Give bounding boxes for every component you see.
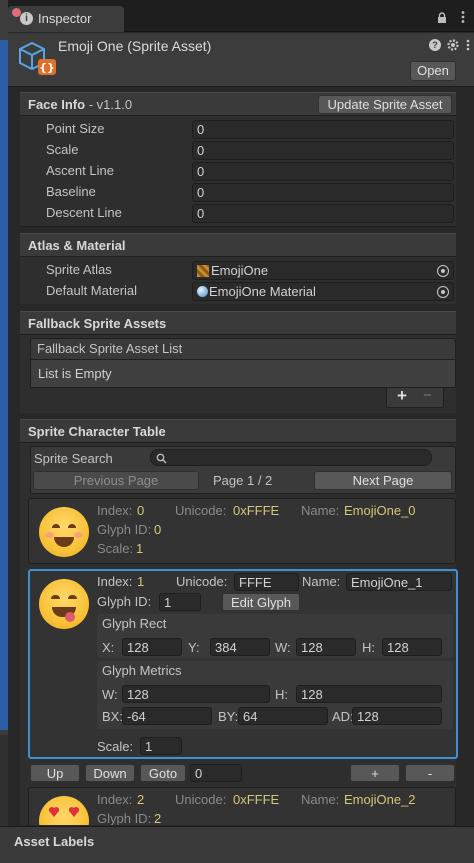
- sprite-table-title: Sprite Character Table: [28, 424, 166, 439]
- open-button[interactable]: Open: [410, 61, 456, 81]
- descent-line-label: Descent Line: [46, 205, 122, 220]
- add-entry-button[interactable]: +: [350, 764, 400, 782]
- rect-x-field[interactable]: 128: [122, 638, 182, 656]
- more-menu-icon[interactable]: [460, 10, 466, 24]
- asset-header: {} Emoji One (Sprite Asset) ? Open: [8, 33, 474, 87]
- list-empty-text: List is Empty: [38, 366, 112, 381]
- default-material-field[interactable]: EmojiOne Material: [192, 282, 454, 301]
- goto-index-field[interactable]: 0: [190, 764, 242, 782]
- rect-w-field[interactable]: 128: [296, 638, 356, 656]
- page-indicator: Page 1 / 2: [213, 473, 273, 488]
- sprite-entry[interactable]: Index: 0 Unicode: 0xFFFE Name: EmojiOne_…: [28, 498, 456, 564]
- edit-glyph-button[interactable]: Edit Glyph: [222, 593, 300, 611]
- list-add-button[interactable]: +: [397, 386, 407, 406]
- object-picker-icon[interactable]: [437, 286, 449, 298]
- scene-edge-panel: [0, 0, 8, 863]
- update-sprite-asset-button[interactable]: Update Sprite Asset: [318, 95, 452, 114]
- sprite-atlas-field[interactable]: EmojiOne: [192, 261, 454, 280]
- default-material-label: Default Material: [46, 283, 138, 298]
- descent-line-field[interactable]: 0: [192, 204, 454, 223]
- sprite-atlas-label: Sprite Atlas: [46, 262, 112, 277]
- baseline-field[interactable]: 0: [192, 183, 454, 202]
- sprite-search-input[interactable]: [150, 449, 432, 466]
- ascent-line-label: Ascent Line: [46, 163, 114, 178]
- sprite-search-label: Sprite Search: [34, 451, 113, 466]
- list-remove-button[interactable]: −: [423, 387, 432, 404]
- rect-y-field[interactable]: 384: [210, 638, 270, 656]
- tab-inspector[interactable]: i Inspector: [8, 6, 124, 32]
- tab-bar: i Inspector: [8, 0, 474, 32]
- sprite-asset-icon: {}: [18, 39, 58, 79]
- object-picker-icon[interactable]: [437, 265, 449, 277]
- move-up-button[interactable]: Up: [30, 764, 80, 782]
- previous-page-button[interactable]: Previous Page: [33, 471, 199, 490]
- fallback-header[interactable]: Fallback Sprite Assets: [20, 311, 456, 335]
- scale-field[interactable]: 0: [192, 141, 454, 160]
- remove-entry-button[interactable]: -: [405, 764, 455, 782]
- fallback-list-body: List is Empty: [30, 360, 456, 388]
- point-size-field[interactable]: 0: [192, 120, 454, 139]
- bottom-strip: [0, 856, 474, 863]
- material-icon: [197, 286, 208, 297]
- asset-labels-title: Asset Labels: [14, 834, 95, 849]
- sprite-table-header[interactable]: Sprite Character Table: [20, 419, 456, 443]
- unicode-field[interactable]: FFFE: [234, 573, 299, 591]
- name-field[interactable]: EmojiOne_1: [346, 573, 452, 591]
- lock-icon[interactable]: [436, 12, 448, 24]
- point-size-label: Point Size: [46, 121, 105, 136]
- metrics-ad-field[interactable]: 128: [352, 707, 442, 725]
- search-icon: [156, 453, 167, 464]
- emoji-smile-blush-icon: [39, 507, 89, 557]
- more-options-icon[interactable]: [465, 39, 471, 53]
- sprite-entry-selected[interactable]: Index: 1 Unicode: FFFE Name: EmojiOne_1 …: [28, 569, 458, 759]
- next-page-button[interactable]: Next Page: [314, 471, 452, 490]
- tab-label: Inspector: [38, 11, 92, 26]
- ascent-line-field[interactable]: 0: [192, 162, 454, 181]
- help-icon[interactable]: ?: [429, 39, 441, 51]
- asset-title: Emoji One (Sprite Asset): [58, 38, 212, 54]
- metrics-h-field[interactable]: 128: [296, 685, 442, 703]
- goto-button[interactable]: Goto: [140, 764, 186, 782]
- fallback-title: Fallback Sprite Assets: [28, 316, 167, 331]
- list-footer: + −: [386, 386, 444, 408]
- rect-h-field[interactable]: 128: [382, 638, 442, 656]
- svg-text:{}: {}: [39, 61, 55, 74]
- baseline-label: Baseline: [46, 184, 96, 199]
- settings-gear-icon[interactable]: [446, 38, 460, 52]
- move-down-button[interactable]: Down: [85, 764, 135, 782]
- metrics-w-field[interactable]: 128: [122, 685, 270, 703]
- sprite-entry[interactable]: Index: 2 Unicode: 0xFFFE Name: EmojiOne_…: [28, 787, 456, 825]
- face-info-title: Face Info - v1.1.0: [28, 97, 133, 112]
- asset-labels-bar[interactable]: Asset Labels: [0, 826, 474, 856]
- atlas-material-header[interactable]: Atlas & Material: [20, 233, 456, 257]
- scale-value-field[interactable]: 1: [140, 737, 182, 755]
- glyph-id-field[interactable]: 1: [159, 593, 201, 611]
- scale-label: Scale: [46, 142, 79, 157]
- emoji-heart-eyes-icon: [39, 796, 89, 825]
- fallback-list-header: Fallback Sprite Asset List: [30, 338, 456, 360]
- texture-icon: [197, 265, 209, 277]
- metrics-by-field[interactable]: 64: [238, 707, 328, 725]
- info-icon: i: [20, 12, 33, 25]
- emoji-yum-icon: [39, 579, 89, 629]
- metrics-bx-field[interactable]: -64: [122, 707, 212, 725]
- atlas-material-title: Atlas & Material: [28, 238, 126, 253]
